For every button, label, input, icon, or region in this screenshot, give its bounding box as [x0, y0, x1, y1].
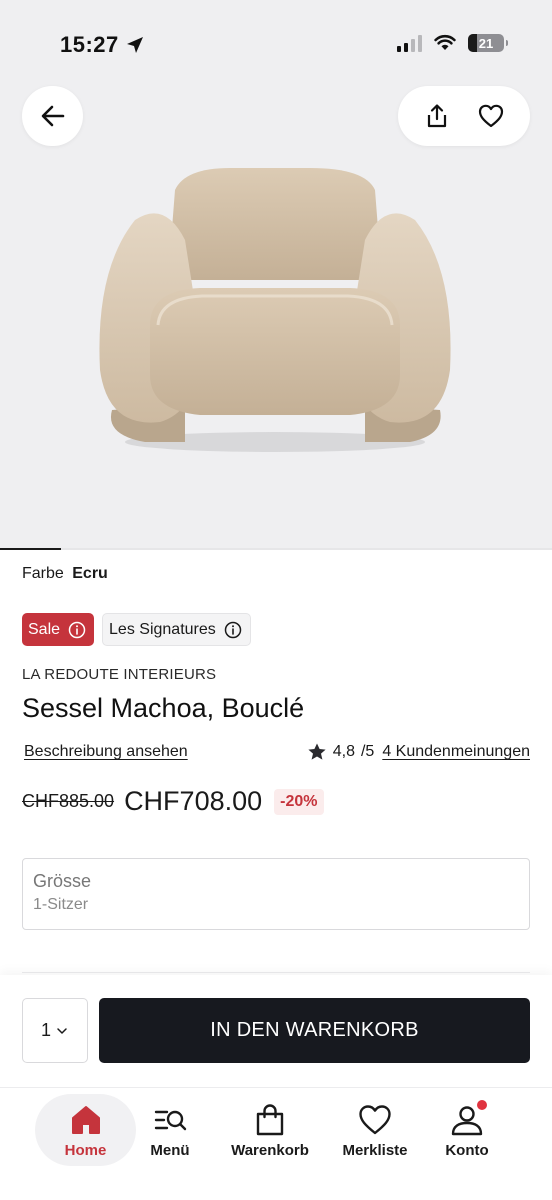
rating-value: 4,8: [332, 743, 355, 760]
product-gallery[interactable]: 15:27 21: [0, 0, 552, 550]
cellular-signal-icon: [397, 34, 422, 52]
gallery-progress-fill: [0, 548, 61, 550]
size-label: Grösse: [33, 871, 92, 891]
home-icon: [71, 1105, 100, 1134]
nav-menu[interactable]: Menü: [140, 1094, 200, 1166]
nav-wishlist[interactable]: Merkliste: [335, 1094, 415, 1166]
old-price: CHF885.00: [22, 791, 115, 811]
battery-level: 21: [478, 35, 494, 51]
gallery-progress: [0, 548, 552, 550]
nav-cart-label: Warenkorb: [231, 1141, 309, 1159]
info-icon: [224, 621, 242, 638]
new-price: CHF708.00: [124, 786, 263, 816]
share-icon[interactable]: [423, 102, 451, 130]
signatures-badge-label: Les Signatures: [109, 620, 216, 638]
shopping-bag-icon: [256, 1103, 284, 1135]
nav-account[interactable]: Konto: [435, 1094, 499, 1166]
arrow-left-icon: [41, 105, 64, 127]
discount-badge: -20%: [274, 788, 324, 815]
heart-icon[interactable]: [477, 102, 505, 130]
size-value: 1-Sitzer: [33, 896, 89, 913]
badges: Sale Les Signatures: [22, 613, 251, 646]
menu-search-icon: [154, 1110, 187, 1130]
quantity-value: 1: [40, 1020, 51, 1040]
sale-badge[interactable]: Sale: [22, 613, 95, 646]
rating: 4,8 /5 4 Kundenmeinungen: [307, 742, 530, 762]
status-time: 15:27: [60, 32, 145, 58]
bottom-nav: Home Menü Warenkorb Merkliste Konto: [0, 1087, 552, 1200]
nav-cart[interactable]: Warenkorb: [222, 1094, 318, 1166]
cart-bar: 1 IN DEN WARENKORB: [0, 975, 552, 1087]
nav-menu-label: Menü: [150, 1141, 190, 1159]
info-icon: [68, 621, 86, 638]
nav-home[interactable]: Home: [35, 1094, 136, 1166]
product-title: Sessel Machoa, Bouclé: [22, 693, 305, 723]
heart-icon: [359, 1104, 391, 1134]
divider: [22, 972, 530, 973]
size-select[interactable]: Grösse 1-Sitzer: [22, 858, 530, 930]
back-button[interactable]: [22, 86, 83, 146]
battery-icon: 21: [468, 34, 508, 52]
status-bar: 15:27 21: [0, 0, 552, 90]
color-line: Farbe Ecru: [22, 565, 108, 583]
header-actions: [398, 86, 530, 146]
price-block: CHF885.00 CHF708.00 -20%: [22, 786, 324, 817]
chevron-down-icon: [57, 1027, 67, 1034]
nav-account-label: Konto: [445, 1141, 489, 1159]
status-indicators: 21: [397, 34, 508, 52]
brand-name[interactable]: LA REDOUTE INTERIEURS: [22, 666, 216, 683]
nav-wishlist-label: Merkliste: [342, 1141, 408, 1159]
quantity-select[interactable]: 1: [22, 998, 88, 1063]
wifi-icon: [434, 34, 456, 50]
nav-home-label: Home: [64, 1141, 107, 1159]
star-icon: [308, 743, 326, 760]
color-label: Farbe: [22, 565, 64, 582]
sale-badge-label: Sale: [28, 620, 61, 638]
add-to-cart-button[interactable]: IN DEN WARENKORB: [99, 998, 530, 1063]
signatures-badge[interactable]: Les Signatures: [102, 613, 251, 646]
status-time-text: 15:27: [60, 32, 119, 57]
rating-max: /5: [360, 743, 375, 760]
description-link[interactable]: Beschreibung ansehen: [24, 743, 188, 761]
reviews-link[interactable]: 4 Kundenmeinungen: [382, 743, 530, 761]
notification-dot: [477, 1100, 487, 1110]
color-value: Ecru: [72, 565, 108, 582]
armchair-image: [99, 168, 451, 452]
location-arrow-icon: [126, 37, 143, 53]
